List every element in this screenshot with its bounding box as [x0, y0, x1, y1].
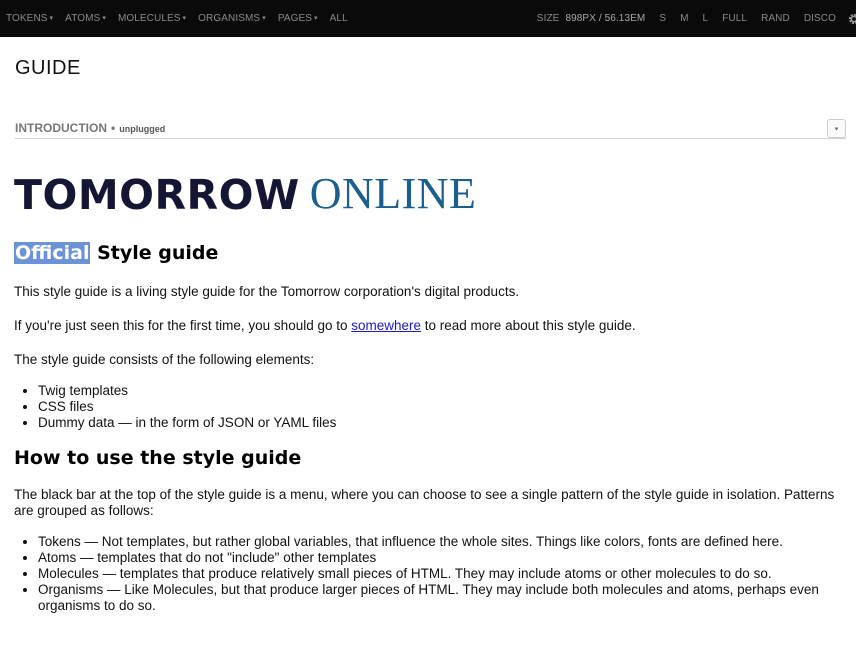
list-item: Dummy data — in the form of JSON or YAML… — [38, 415, 840, 431]
pattern-header: INTRODUCTION • unplugged ▾ — [15, 114, 846, 139]
pattern-info-toggle[interactable]: ▾ — [827, 119, 846, 138]
howto-paragraph: The black bar at the top of the style gu… — [14, 487, 835, 518]
chevron-down-icon: ▾ — [102, 15, 106, 22]
size-m-button[interactable]: M — [680, 13, 688, 24]
nav-pages[interactable]: PAGES ▾ — [278, 13, 318, 24]
size-label: SIZE — [536, 13, 560, 24]
size-l-button[interactable]: L — [703, 13, 709, 24]
elements-list: Twig templates CSS files Dummy data — in… — [14, 383, 840, 431]
nav-molecules[interactable]: MOLECULES ▾ — [118, 13, 186, 24]
size-random-button[interactable]: RAND — [761, 13, 790, 24]
page-title: GUIDE — [15, 57, 81, 79]
selected-text-highlight: Official — [14, 242, 91, 264]
gear-icon[interactable] — [848, 13, 856, 25]
howto-heading: How to use the style guide — [14, 447, 302, 469]
nav-atoms[interactable]: ATOMS ▾ — [65, 13, 106, 24]
viewport-controls: SIZE 898PX / 56.13EM S M L FULL RAND DIS… — [537, 0, 856, 37]
size-disco-button[interactable]: DISCO — [804, 13, 836, 24]
size-readout[interactable]: 898PX / 56.13EM — [565, 13, 645, 24]
list-item: Organisms — Like Molecules, but that pro… — [38, 582, 840, 614]
chevron-down-icon: ▾ — [49, 15, 54, 22]
nav-organisms[interactable]: ORGANISMS ▾ — [198, 13, 266, 24]
nav-tokens[interactable]: TOKENS ▾ — [6, 13, 53, 24]
elements-intro: The style guide consists of the followin… — [14, 352, 315, 367]
pattern-nav: TOKENS ▾ ATOMS ▾ MOLECULES ▾ ORGANISMS ▾ PAG… — [6, 0, 360, 37]
brand-logo: TOMORROW ONLINE — [14, 166, 476, 216]
logo-wordmark-serif: ONLINE — [309, 169, 477, 218]
list-item: Molecules — templates that produce relat… — [38, 566, 840, 582]
size-full-button[interactable]: FULL — [722, 13, 747, 24]
nav-all[interactable]: ALL — [330, 13, 348, 24]
pattern-lab-toolbar: TOKENS ▾ ATOMS ▾ MOLECULES ▾ ORGANISMS ▾ PAG… — [0, 0, 856, 37]
intro-paragraph: This style guide is a living style guide… — [14, 284, 520, 299]
intro-paragraph-link: If you're just seen this for the first t… — [14, 318, 636, 333]
pattern-groups-list: Tokens — Not templates, but rather globa… — [14, 534, 840, 614]
list-item: Atoms — templates that do not "include" … — [38, 550, 840, 566]
list-item: CSS files — [38, 399, 840, 415]
size-s-button[interactable]: S — [659, 13, 666, 24]
chevron-down-icon: ▾ — [262, 15, 266, 22]
chevron-down-icon: ▾ — [314, 15, 318, 22]
guide-content: Official Style guide This style guide is… — [14, 240, 840, 614]
pattern-state-badge: unplugged — [119, 124, 166, 134]
chevron-down-icon: ▾ — [834, 125, 839, 133]
intro-heading: Official Style guide — [14, 242, 219, 264]
list-item: Tokens — Not templates, but rather globa… — [38, 534, 840, 550]
somewhere-link[interactable]: somewhere — [351, 318, 421, 333]
pattern-separator: • — [111, 121, 116, 135]
list-item: Twig templates — [38, 383, 840, 399]
logo-wordmark-bold: TOMORROW — [14, 171, 300, 219]
pattern-name[interactable]: INTRODUCTION — [15, 121, 107, 135]
chevron-down-icon: ▾ — [182, 15, 187, 22]
